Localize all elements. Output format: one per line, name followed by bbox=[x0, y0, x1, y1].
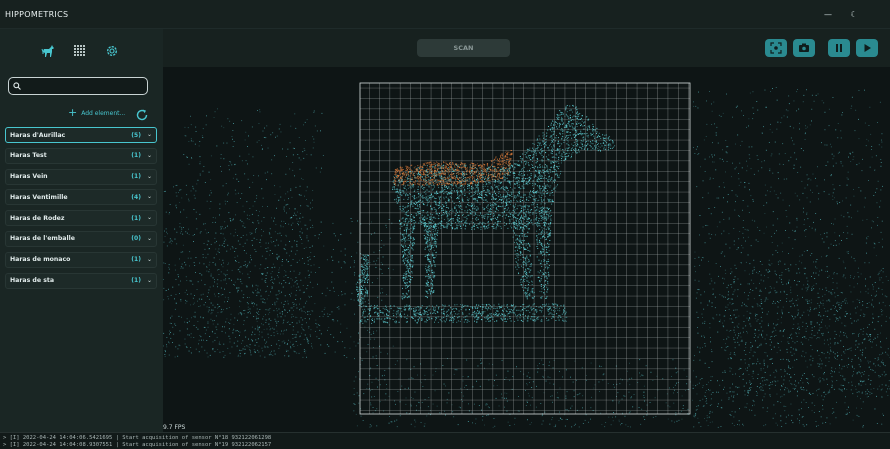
haras-count: (1) bbox=[131, 152, 141, 160]
haras-count: (5) bbox=[131, 131, 141, 139]
search-icon bbox=[13, 82, 21, 90]
log-console: > [I] 2022-04-24 14:04:06.5421695 | Star… bbox=[0, 432, 890, 449]
chevron-down-icon[interactable]: ⌄ bbox=[147, 173, 152, 180]
search-input[interactable] bbox=[24, 81, 144, 91]
add-element-label: Add element... bbox=[81, 109, 126, 117]
chevron-down-icon[interactable]: ⌄ bbox=[147, 152, 152, 159]
haras-name: Haras Vein bbox=[10, 173, 48, 181]
log-line: > [I] 2022-04-24 14:04:06.5421695 | Star… bbox=[3, 435, 272, 441]
chevron-down-icon[interactable]: ⌄ bbox=[147, 256, 152, 263]
haras-count: (4) bbox=[131, 193, 141, 201]
play-icon bbox=[864, 44, 871, 52]
plus-icon: + bbox=[68, 106, 78, 119]
chevron-down-icon[interactable]: ⌄ bbox=[147, 215, 152, 221]
haras-item[interactable]: Haras de l'emballe (0) ⌄ bbox=[5, 230, 157, 247]
title-bar: HIPPOMETRICS — ☾ bbox=[0, 0, 890, 28]
pause-button[interactable] bbox=[828, 39, 850, 57]
haras-item[interactable]: Haras Vein (1) ⌄ bbox=[5, 168, 157, 185]
haras-item[interactable]: Haras Ventimille (4) ⌄ bbox=[5, 189, 157, 206]
refresh-icon[interactable] bbox=[135, 107, 149, 121]
log-line: > [I] 2022-04-24 14:04:08.9307551 | Star… bbox=[3, 442, 272, 448]
haras-name: Haras de Rodez bbox=[10, 214, 65, 222]
app-window: HIPPOMETRICS — ☾ + Add element... Haras … bbox=[0, 0, 890, 449]
haras-count: (1) bbox=[131, 214, 141, 222]
chevron-down-icon[interactable]: ⌄ bbox=[147, 194, 152, 200]
haras-item[interactable]: Haras de monaco (1) ⌄ bbox=[5, 251, 157, 268]
haras-item[interactable]: Haras d'Aurillac (5) ⌄ bbox=[5, 127, 157, 143]
haras-name: Haras Ventimille bbox=[10, 193, 68, 201]
chevron-down-icon[interactable]: ⌄ bbox=[147, 132, 152, 138]
sidebar-nav bbox=[40, 43, 120, 59]
search-field[interactable] bbox=[8, 77, 148, 95]
camera-icon bbox=[799, 43, 809, 52]
camera-button[interactable] bbox=[793, 39, 815, 57]
pointcloud-canvas[interactable] bbox=[163, 67, 890, 432]
sidebar: + Add element... Haras d'Aurillac (5) ⌄ Har… bbox=[0, 29, 163, 432]
focus-icon bbox=[770, 42, 782, 54]
haras-item[interactable]: Haras de Rodez (1) ⌄ bbox=[5, 210, 157, 227]
horse-icon[interactable] bbox=[40, 43, 56, 59]
window-controls: — ☾ bbox=[822, 8, 860, 20]
haras-name: Haras d'Aurillac bbox=[10, 131, 66, 139]
haras-item[interactable]: Haras Test (1) ⌄ bbox=[5, 147, 157, 164]
chevron-down-icon[interactable]: ⌄ bbox=[147, 235, 152, 242]
focus-button[interactable] bbox=[765, 39, 787, 57]
haras-count: (1) bbox=[131, 256, 141, 264]
pause-icon bbox=[836, 44, 842, 52]
theme-toggle-icon[interactable]: ☾ bbox=[848, 8, 860, 20]
haras-list: Haras d'Aurillac (5) ⌄ Haras Test (1) ⌄ Haras … bbox=[5, 127, 157, 293]
haras-item[interactable]: Haras de sta (1) ⌄ bbox=[5, 272, 157, 289]
fps-counter: 9.7 FPS bbox=[163, 424, 186, 431]
haras-name: Haras de sta bbox=[10, 277, 55, 285]
haras-count: (0) bbox=[131, 235, 141, 243]
add-element-button[interactable]: + Add element... bbox=[68, 106, 126, 119]
haras-name: Haras de l'emballe bbox=[10, 235, 75, 243]
app-title: HIPPOMETRICS bbox=[5, 9, 69, 19]
haras-count: (1) bbox=[131, 277, 141, 285]
chevron-down-icon[interactable]: ⌄ bbox=[147, 277, 152, 284]
minimize-icon[interactable]: — bbox=[822, 8, 834, 20]
play-button[interactable] bbox=[856, 39, 878, 57]
haras-name: Haras de monaco bbox=[10, 256, 71, 264]
haras-count: (1) bbox=[131, 173, 141, 181]
pointcloud-viewport[interactable]: 9.7 FPS bbox=[163, 67, 890, 432]
grid-icon[interactable] bbox=[72, 43, 88, 59]
haras-name: Haras Test bbox=[10, 152, 47, 160]
gear-icon[interactable] bbox=[104, 43, 120, 59]
scan-button[interactable]: SCAN bbox=[417, 39, 510, 57]
